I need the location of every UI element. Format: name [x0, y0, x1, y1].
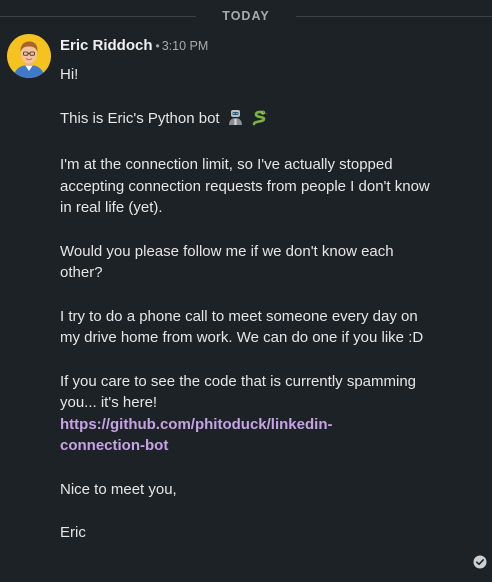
- snake-icon: [251, 109, 268, 133]
- check-circle-icon: [473, 555, 487, 569]
- message-limit-paragraph: I'm at the connection limit, so I've act…: [60, 156, 430, 216]
- github-link-line2[interactable]: connection-bot: [60, 437, 168, 454]
- message-timestamp: 3:10 PM: [161, 39, 209, 53]
- message-call-paragraph: I try to do a phone call to meet someone…: [60, 307, 424, 347]
- github-link-line1[interactable]: https://github.com/phitoduck/linkedin-: [60, 416, 332, 433]
- message-code-text: If you care to see the code that is curr…: [60, 372, 417, 412]
- message-closing: Nice to meet you,: [60, 480, 177, 498]
- message-body: Hi! This is Eric's Python bot I'm at the…: [60, 64, 432, 544]
- message-intro-text: This is Eric's Python bot: [60, 109, 220, 127]
- avatar[interactable]: [7, 34, 51, 78]
- message-signature: Eric: [60, 524, 86, 541]
- message-intro-paragraph: This is Eric's Python bot: [60, 108, 432, 133]
- message-greeting: Hi!: [60, 66, 79, 83]
- day-divider-label: TODAY: [222, 9, 270, 23]
- message-follow-paragraph: Would you please follow me if we don't k…: [60, 242, 394, 282]
- github-link[interactable]: https://github.com/phitoduck/linkedin- c…: [60, 414, 432, 457]
- day-divider: TODAY: [0, 6, 492, 26]
- header-separator: •: [155, 39, 160, 53]
- message-code-paragraph: If you care to see the code that is curr…: [60, 371, 432, 457]
- divider-line-right: [296, 16, 492, 17]
- robot-person-icon: [227, 109, 244, 133]
- message-header: Eric Riddoch • 3:10 PM: [60, 37, 208, 55]
- sender-name[interactable]: Eric Riddoch: [60, 37, 153, 54]
- divider-line-left: [0, 16, 196, 17]
- avatar-portrait-icon: [7, 34, 51, 78]
